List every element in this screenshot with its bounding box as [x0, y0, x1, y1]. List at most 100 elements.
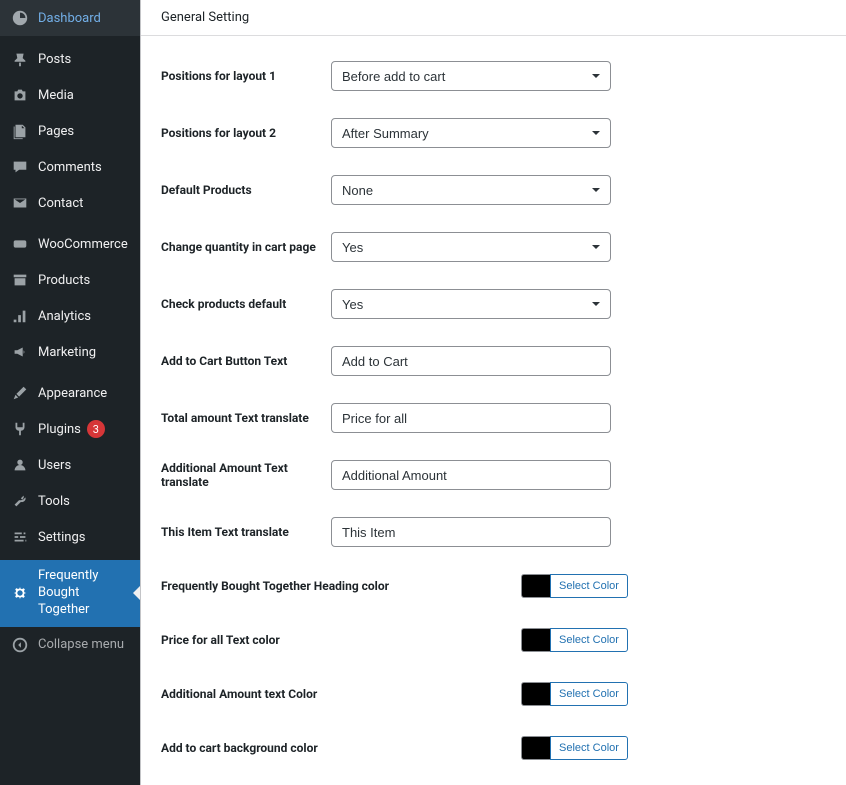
pin-icon	[10, 49, 30, 69]
camera-icon	[10, 85, 30, 105]
this-item-text-input[interactable]	[331, 517, 611, 547]
sidebar-item-woocommerce[interactable]: WooCommerce	[0, 226, 140, 262]
total-amount-text-label: Total amount Text translate	[161, 411, 331, 425]
positions-layout-2-label: Positions for layout 2	[161, 126, 331, 140]
sidebar-item-label: Dashboard	[38, 11, 101, 26]
color-swatch[interactable]	[521, 574, 551, 598]
sidebar-item-label: Marketing	[38, 345, 96, 360]
sidebar-item-label: Appearance	[38, 386, 107, 401]
change-qty-cart-label: Change quantity in cart page	[161, 240, 331, 254]
wrench-icon	[10, 491, 30, 511]
positions-layout-1-select[interactable]: Before add to cart	[331, 61, 611, 91]
sidebar-item-label: Comments	[38, 160, 102, 175]
default-products-label: Default Products	[161, 183, 331, 197]
sidebar-item-label: Plugins	[38, 422, 81, 437]
sidebar-item-analytics[interactable]: Analytics	[0, 298, 140, 334]
positions-layout-1-row: Positions for layout 1 Before add to car…	[161, 61, 826, 91]
settings-form: Positions for layout 1 Before add to car…	[141, 36, 846, 785]
sidebar-item-label: Posts	[38, 52, 71, 67]
color-setting-row: Add to cart background color Select Color	[161, 736, 826, 760]
select-color-button[interactable]: Select Color	[550, 682, 628, 706]
sidebar-item-label: Settings	[38, 530, 85, 545]
sidebar-item-media[interactable]: Media	[0, 77, 140, 113]
update-badge: 3	[87, 420, 105, 438]
sidebar-item-comments[interactable]: Comments	[0, 149, 140, 185]
color-setting-label: Additional Amount text Color	[161, 687, 521, 701]
default-products-select[interactable]: None	[331, 175, 611, 205]
sidebar-item-posts[interactable]: Posts	[0, 41, 140, 77]
color-setting-label: Frequently Bought Together Heading color	[161, 579, 521, 593]
color-picker: Select Color	[521, 628, 628, 652]
sidebar-item-label: Media	[38, 88, 74, 103]
sidebar-item-label: WooCommerce	[38, 237, 128, 252]
sidebar-item-products[interactable]: Products	[0, 262, 140, 298]
change-qty-cart-select[interactable]: Yes	[331, 232, 611, 262]
analytics-icon	[10, 306, 30, 326]
additional-amount-text-input[interactable]	[331, 460, 611, 490]
add-to-cart-text-label: Add to Cart Button Text	[161, 354, 331, 368]
select-color-button[interactable]: Select Color	[550, 574, 628, 598]
megaphone-icon	[10, 342, 30, 362]
total-amount-text-input[interactable]	[331, 403, 611, 433]
sliders-icon	[10, 527, 30, 547]
default-products-row: Default Products None	[161, 175, 826, 205]
user-icon	[10, 455, 30, 475]
sidebar-item-tools[interactable]: Tools	[0, 483, 140, 519]
woo-icon	[10, 234, 30, 254]
color-swatch[interactable]	[521, 736, 551, 760]
this-item-text-label: This Item Text translate	[161, 525, 331, 539]
admin-sidebar: Dashboard Posts Media Pages Comments Contact W…	[0, 0, 140, 785]
add-to-cart-text-row: Add to Cart Button Text	[161, 346, 826, 376]
positions-layout-2-row: Positions for layout 2 After Summary	[161, 118, 826, 148]
color-setting-row: Price for all Text color Select Color	[161, 628, 826, 652]
additional-amount-text-label: Additional Amount Text translate	[161, 461, 331, 489]
color-swatch[interactable]	[521, 682, 551, 706]
color-setting-label: Add to cart background color	[161, 741, 521, 755]
this-item-text-row: This Item Text translate	[161, 517, 826, 547]
sidebar-item-label: Analytics	[38, 309, 91, 324]
sidebar-item-marketing[interactable]: Marketing	[0, 334, 140, 370]
sidebar-item-dashboard[interactable]: Dashboard	[0, 0, 140, 36]
color-setting-label: Price for all Text color	[161, 633, 521, 647]
envelope-icon	[10, 193, 30, 213]
color-picker: Select Color	[521, 736, 628, 760]
sidebar-item-label: Products	[38, 273, 90, 288]
sidebar-item-users[interactable]: Users	[0, 447, 140, 483]
select-color-button[interactable]: Select Color	[550, 628, 628, 652]
positions-layout-2-select[interactable]: After Summary	[331, 118, 611, 148]
add-to-cart-text-input[interactable]	[331, 346, 611, 376]
sidebar-item-label: Pages	[38, 124, 74, 139]
main-content: General Setting Positions for layout 1 B…	[140, 0, 846, 785]
color-setting-row: Additional Amount text Color Select Color	[161, 682, 826, 706]
sidebar-item-label: Users	[38, 458, 71, 473]
sidebar-item-label: Frequently Bought Together	[38, 568, 130, 619]
check-products-default-select[interactable]: Yes	[331, 289, 611, 319]
color-picker: Select Color	[521, 574, 628, 598]
sidebar-item-label: Tools	[38, 494, 70, 509]
change-qty-cart-row: Change quantity in cart page Yes	[161, 232, 826, 262]
select-color-button[interactable]: Select Color	[550, 736, 628, 760]
check-products-default-label: Check products default	[161, 297, 331, 311]
color-picker: Select Color	[521, 682, 628, 706]
brush-icon	[10, 383, 30, 403]
collapse-icon	[10, 635, 30, 655]
gear-icon	[10, 583, 30, 603]
comment-icon	[10, 157, 30, 177]
pages-icon	[10, 121, 30, 141]
positions-layout-1-label: Positions for layout 1	[161, 69, 331, 83]
check-products-default-row: Check products default Yes	[161, 289, 826, 319]
sidebar-item-frequently-bought-together[interactable]: Frequently Bought Together	[0, 560, 140, 627]
color-swatch[interactable]	[521, 628, 551, 652]
collapse-menu-button[interactable]: Collapse menu	[0, 627, 140, 663]
total-amount-text-row: Total amount Text translate	[161, 403, 826, 433]
collapse-label: Collapse menu	[38, 637, 124, 652]
sidebar-item-settings[interactable]: Settings	[0, 519, 140, 555]
sidebar-item-contact[interactable]: Contact	[0, 185, 140, 221]
color-setting-row: Frequently Bought Together Heading color…	[161, 574, 826, 598]
archive-icon	[10, 270, 30, 290]
dashboard-icon	[10, 8, 30, 28]
sidebar-item-appearance[interactable]: Appearance	[0, 375, 140, 411]
sidebar-item-plugins[interactable]: Plugins 3	[0, 411, 140, 447]
sidebar-item-label: Contact	[38, 196, 83, 211]
sidebar-item-pages[interactable]: Pages	[0, 113, 140, 149]
